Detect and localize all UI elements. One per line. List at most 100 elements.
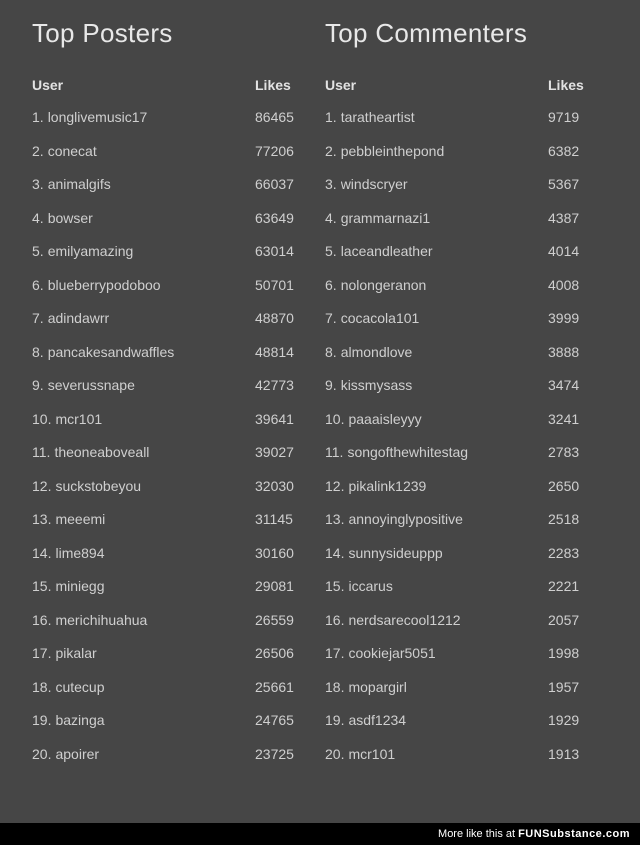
username-link[interactable]: blueberrypodoboo [48, 277, 255, 293]
table-row: 19.asdf12341929 [325, 712, 608, 728]
likes-count: 2783 [548, 444, 608, 460]
rank-number: 4. [32, 210, 44, 226]
username-link[interactable]: iccarus [348, 578, 548, 594]
username-link[interactable]: mcr101 [55, 411, 255, 427]
username-link[interactable]: annoyinglypositive [348, 511, 548, 527]
username-link[interactable]: miniegg [55, 578, 255, 594]
username-link[interactable]: paaaisleyyy [348, 411, 548, 427]
username-link[interactable]: pebbleinthepond [341, 143, 548, 159]
likes-count: 39641 [255, 411, 315, 427]
username-link[interactable]: bowser [48, 210, 255, 226]
likes-count: 1913 [548, 746, 608, 762]
username-link[interactable]: adindawrr [48, 310, 255, 326]
commenters-header-user: User [325, 77, 548, 93]
likes-count: 32030 [255, 478, 315, 494]
rank-number: 18. [325, 679, 344, 695]
rank-number: 3. [32, 176, 44, 192]
username-link[interactable]: conecat [48, 143, 255, 159]
table-row: 5.laceandleather4014 [325, 243, 608, 259]
username-link[interactable]: bazinga [55, 712, 255, 728]
likes-count: 30160 [255, 545, 315, 561]
likes-count: 39027 [255, 444, 315, 460]
rank-number: 7. [325, 310, 337, 326]
table-row: 18.mopargirl1957 [325, 679, 608, 695]
table-row: 10.mcr10139641 [32, 411, 315, 427]
likes-count: 5367 [548, 176, 608, 192]
posters-header: User Likes [32, 77, 315, 93]
likes-count: 4014 [548, 243, 608, 259]
table-row: 13.annoyinglypositive2518 [325, 511, 608, 527]
table-row: 4.grammarnazi14387 [325, 210, 608, 226]
table-row: 19.bazinga24765 [32, 712, 315, 728]
commenters-header: User Likes [325, 77, 608, 93]
username-link[interactable]: longlivemusic17 [48, 109, 255, 125]
rank-number: 17. [32, 645, 51, 661]
rank-number: 12. [32, 478, 51, 494]
username-link[interactable]: windscryer [341, 176, 548, 192]
rank-number: 20. [325, 746, 344, 762]
rank-number: 1. [325, 109, 337, 125]
table-row: 12.pikalink12392650 [325, 478, 608, 494]
footer-brand[interactable]: FUNSubstance.com [518, 828, 630, 840]
username-link[interactable]: lime894 [55, 545, 255, 561]
username-link[interactable]: severussnape [48, 377, 255, 393]
table-row: 15.iccarus2221 [325, 578, 608, 594]
posters-list: 1.longlivemusic17864652.conecat772063.an… [32, 109, 315, 762]
username-link[interactable]: animalgifs [48, 176, 255, 192]
likes-count: 2650 [548, 478, 608, 494]
likes-count: 29081 [255, 578, 315, 594]
rank-number: 17. [325, 645, 344, 661]
username-link[interactable]: asdf1234 [348, 712, 548, 728]
username-link[interactable]: laceandleather [341, 243, 548, 259]
username-link[interactable]: sunnysideuppp [348, 545, 548, 561]
table-row: 5.emilyamazing63014 [32, 243, 315, 259]
rank-number: 18. [32, 679, 51, 695]
rank-number: 6. [325, 277, 337, 293]
username-link[interactable]: suckstobeyou [55, 478, 255, 494]
rank-number: 14. [32, 545, 51, 561]
username-link[interactable]: emilyamazing [48, 243, 255, 259]
rank-number: 11. [32, 444, 50, 460]
rank-number: 9. [325, 377, 337, 393]
username-link[interactable]: apoirer [55, 746, 255, 762]
likes-count: 31145 [255, 511, 315, 527]
rank-number: 10. [325, 411, 344, 427]
likes-count: 1957 [548, 679, 608, 695]
likes-count: 9719 [548, 109, 608, 125]
username-link[interactable]: mopargirl [348, 679, 548, 695]
rank-number: 13. [32, 511, 51, 527]
rank-number: 12. [325, 478, 344, 494]
username-link[interactable]: pikalar [55, 645, 255, 661]
rank-number: 15. [32, 578, 51, 594]
table-row: 9.severussnape42773 [32, 377, 315, 393]
table-row: 3.animalgifs66037 [32, 176, 315, 192]
table-row: 18.cutecup25661 [32, 679, 315, 695]
likes-count: 2057 [548, 612, 608, 628]
username-link[interactable]: cutecup [55, 679, 255, 695]
commenters-header-likes: Likes [548, 77, 608, 93]
table-row: 7.adindawrr48870 [32, 310, 315, 326]
username-link[interactable]: nerdsarecool1212 [348, 612, 548, 628]
username-link[interactable]: grammarnazi1 [341, 210, 548, 226]
username-link[interactable]: cookiejar5051 [348, 645, 548, 661]
username-link[interactable]: meeemi [55, 511, 255, 527]
username-link[interactable]: nolongeranon [341, 277, 548, 293]
username-link[interactable]: almondlove [341, 344, 548, 360]
rank-number: 8. [32, 344, 44, 360]
username-link[interactable]: theoneaboveall [54, 444, 255, 460]
username-link[interactable]: mcr101 [348, 746, 548, 762]
username-link[interactable]: cocacola101 [341, 310, 548, 326]
username-link[interactable]: songofthewhitestag [347, 444, 548, 460]
username-link[interactable]: taratheartist [341, 109, 548, 125]
likes-count: 3888 [548, 344, 608, 360]
top-posters-column: Top Posters User Likes 1.longlivemusic17… [32, 18, 315, 779]
username-link[interactable]: pikalink1239 [348, 478, 548, 494]
footer-attribution[interactable]: More like this at FUNSubstance.com [0, 823, 640, 845]
likes-count: 6382 [548, 143, 608, 159]
username-link[interactable]: pancakesandwaffles [48, 344, 255, 360]
rank-number: 6. [32, 277, 44, 293]
rank-number: 3. [325, 176, 337, 192]
username-link[interactable]: merichihuahua [55, 612, 255, 628]
username-link[interactable]: kissmysass [341, 377, 548, 393]
rank-number: 13. [325, 511, 344, 527]
